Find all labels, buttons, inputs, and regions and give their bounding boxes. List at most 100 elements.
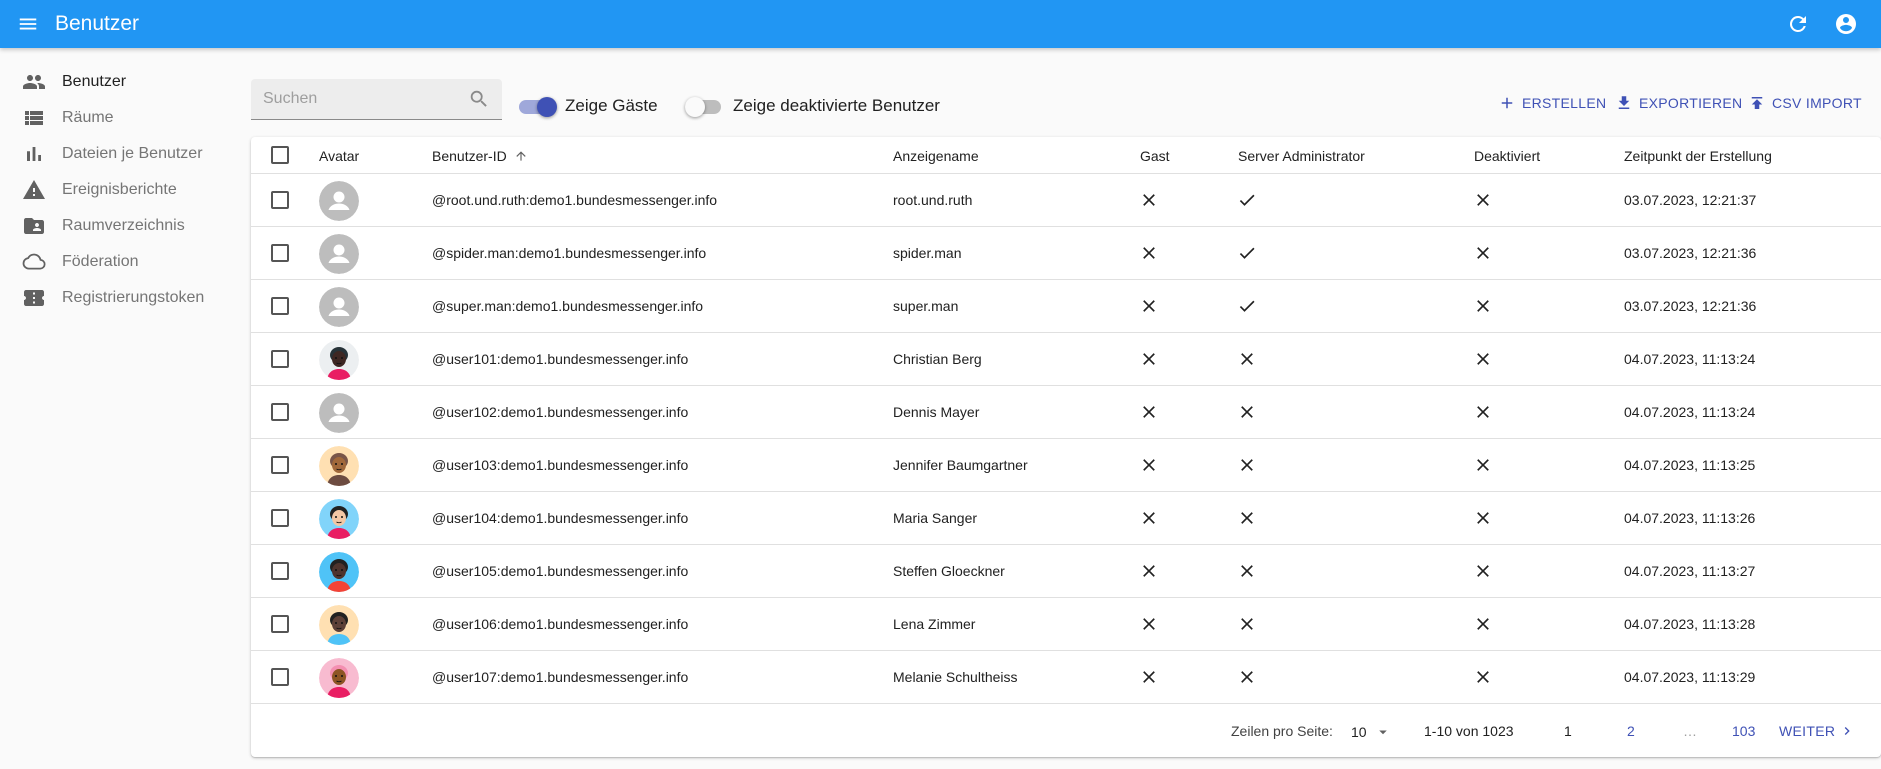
table-row[interactable]: @user106:demo1.bundesmessenger.info Lena … — [251, 598, 1881, 651]
avatar — [319, 446, 359, 486]
table-row[interactable]: @spider.man:demo1.bundesmessenger.info sp… — [251, 227, 1881, 280]
chevron-right-icon — [1845, 727, 1851, 735]
account-circle-icon[interactable] — [1834, 12, 1858, 36]
table-row[interactable]: @user104:demo1.bundesmessenger.info Maria… — [251, 492, 1881, 545]
download-icon — [1618, 96, 1630, 109]
export-button[interactable]: EXPORTIEREN — [1615, 92, 1742, 114]
search-input[interactable] — [263, 89, 453, 109]
row-checkbox[interactable] — [271, 562, 289, 580]
column-header-deactivated[interactable]: Deaktiviert — [1474, 148, 1540, 164]
rows-per-page-select[interactable]: 10 — [1351, 723, 1392, 741]
close-icon — [1473, 243, 1493, 263]
created-cell: 04.07.2023, 11:13:28 — [1624, 616, 1756, 632]
check-icon — [1237, 190, 1257, 210]
close-icon — [1139, 349, 1159, 369]
sidebar-item-label: Dateien je Benutzer — [62, 145, 203, 162]
close-icon — [1237, 561, 1257, 581]
table-row[interactable]: @user102:demo1.bundesmessenger.info Denni… — [251, 386, 1881, 439]
sidebar-item-ereignisberichte[interactable]: Ereignisberichte — [0, 172, 240, 208]
table-row[interactable]: @user101:demo1.bundesmessenger.info Chris… — [251, 333, 1881, 386]
sidebar-item-registrierungstoken[interactable]: Registrierungstoken — [0, 280, 240, 316]
table-row[interactable]: @user103:demo1.bundesmessenger.info Jenni… — [251, 439, 1881, 492]
toggle-knob — [685, 97, 705, 117]
rows-per-page-value: 10 — [1351, 724, 1367, 740]
ticket-icon — [24, 290, 44, 306]
toggle-knob — [537, 97, 557, 117]
created-cell: 04.07.2023, 11:13:25 — [1624, 457, 1756, 473]
page-button-1[interactable]: 1 — [1564, 723, 1572, 739]
sidebar-item-label: Raumverzeichnis — [62, 217, 185, 234]
row-checkbox[interactable] — [271, 244, 289, 262]
created-cell: 04.07.2023, 11:13:24 — [1624, 404, 1756, 420]
column-header-guest[interactable]: Gast — [1140, 148, 1170, 164]
next-page-button[interactable]: WEITER — [1779, 723, 1855, 739]
close-icon — [1139, 455, 1159, 475]
user-id-cell: @user101:demo1.bundesmessenger.info — [432, 351, 689, 367]
bar-chart-icon — [27, 147, 41, 161]
sidebar-item-foederation[interactable]: Föderation — [0, 244, 240, 280]
show-deactivated-toggle[interactable] — [685, 94, 725, 118]
check-icon — [1237, 296, 1257, 316]
column-header-avatar: Avatar — [319, 148, 360, 164]
display-name-cell: Melanie Schultheiss — [893, 669, 1018, 685]
refresh-icon[interactable] — [1786, 12, 1810, 36]
sidebar-item-label: Ereignisberichte — [62, 181, 177, 198]
column-header-admin[interactable]: Server Administrator — [1238, 148, 1365, 164]
sidebar-item-dateien-je-benutzer[interactable]: Dateien je Benutzer — [0, 136, 240, 172]
table-row[interactable]: @user107:demo1.bundesmessenger.info Melan… — [251, 651, 1881, 704]
list-icon — [25, 111, 43, 125]
sidebar-item-raeume[interactable]: Räume — [0, 100, 240, 136]
column-header-user-id[interactable]: Benutzer-ID — [432, 148, 528, 164]
display-name-cell: Maria Sanger — [893, 510, 978, 526]
create-button[interactable]: ERSTELLEN — [1498, 92, 1606, 114]
page-button-103[interactable]: 103 — [1732, 723, 1755, 739]
create-button-label: ERSTELLEN — [1522, 95, 1607, 111]
display-name-cell: Dennis Mayer — [893, 404, 980, 420]
row-checkbox[interactable] — [271, 350, 289, 368]
row-checkbox[interactable] — [271, 668, 289, 686]
avatar — [319, 340, 359, 380]
csv-import-button[interactable]: CSV IMPORT — [1748, 92, 1862, 114]
row-checkbox[interactable] — [271, 297, 289, 315]
rows-per-page-label: Zeilen pro Seite: — [1231, 723, 1333, 739]
created-cell: 03.07.2023, 12:21:36 — [1624, 298, 1757, 314]
row-checkbox[interactable] — [271, 456, 289, 474]
table-row[interactable]: @root.und.ruth:demo1.bundesmessenger.inf… — [251, 174, 1881, 227]
pagination: Zeilen pro Seite: 10 1-10 von 1023 1 2 …… — [251, 704, 1881, 757]
display-name-cell: Jennifer Baumgartner — [893, 457, 1028, 473]
page-title: Benutzer — [55, 12, 140, 35]
close-icon — [1139, 561, 1159, 581]
close-icon — [1473, 349, 1493, 369]
close-icon — [1473, 402, 1493, 422]
row-checkbox[interactable] — [271, 191, 289, 209]
row-checkbox[interactable] — [271, 509, 289, 527]
close-icon — [1139, 508, 1159, 528]
column-header-created[interactable]: Zeitpunkt der Erstellung — [1624, 148, 1772, 164]
created-cell: 04.07.2023, 11:13:26 — [1624, 510, 1756, 526]
sidebar-item-label: Föderation — [62, 253, 139, 270]
sidebar-item-benutzer[interactable]: Benutzer — [0, 64, 240, 100]
page-button-2[interactable]: 2 — [1627, 723, 1635, 739]
search-icon — [470, 90, 487, 107]
menu-icon[interactable] — [16, 12, 40, 36]
csv-import-button-label: CSV IMPORT — [1772, 95, 1862, 111]
table-row[interactable]: @super.man:demo1.bundesmessenger.info sup… — [251, 280, 1881, 333]
row-checkbox[interactable] — [271, 403, 289, 421]
avatar — [319, 499, 359, 539]
show-guests-toggle[interactable] — [519, 94, 559, 118]
user-id-cell: @root.und.ruth:demo1.bundesmessenger.inf… — [432, 192, 718, 208]
search-field[interactable] — [251, 79, 502, 120]
sidebar-item-raumverzeichnis[interactable]: Raumverzeichnis — [0, 208, 240, 244]
close-icon — [1473, 296, 1493, 316]
table-row[interactable]: @user105:demo1.bundesmessenger.info Steff… — [251, 545, 1881, 598]
row-checkbox[interactable] — [271, 615, 289, 633]
close-icon — [1139, 296, 1159, 316]
close-icon — [1237, 667, 1257, 687]
next-page-label: WEITER — [1779, 723, 1836, 739]
display-name-cell: super.man — [893, 298, 959, 314]
select-all-checkbox[interactable] — [271, 146, 289, 164]
column-header-display-name[interactable]: Anzeigename — [893, 148, 979, 164]
user-id-cell: @super.man:demo1.bundesmessenger.info — [432, 298, 704, 314]
table-header: Avatar Benutzer-ID Anzeigename Gast Serv… — [251, 137, 1881, 174]
close-icon — [1473, 614, 1493, 634]
